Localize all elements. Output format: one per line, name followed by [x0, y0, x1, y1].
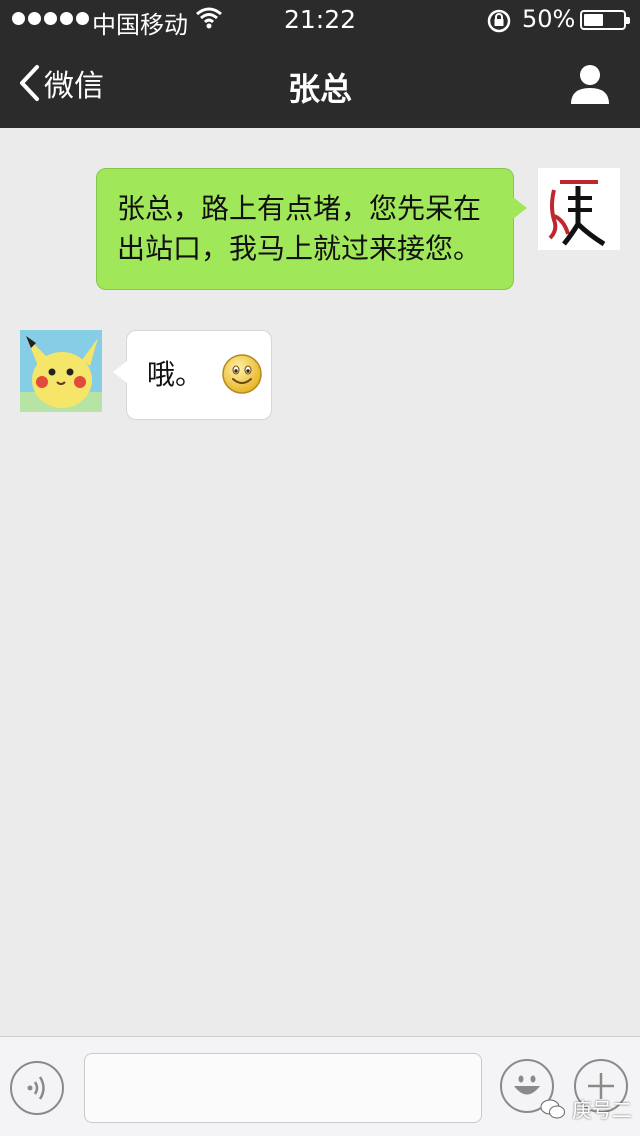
top-bar: 中国移动 21:22 50% 微信 张总: [0, 0, 640, 128]
watermark: 庚号二: [540, 1094, 632, 1123]
person-icon[interactable]: [568, 62, 612, 106]
page-title: 张总: [287, 70, 352, 108]
battery-icon: [580, 10, 630, 30]
smile-emoji-icon: [222, 354, 262, 394]
contact-avatar[interactable]: [20, 330, 102, 412]
battery-percentage: 50%: [522, 5, 576, 33]
rotation-lock-icon: [487, 9, 511, 33]
message-bubble-received[interactable]: 哦。: [113, 330, 272, 420]
status-bar: 中国移动 21:22 50%: [0, 0, 640, 40]
voice-icon: [27, 1076, 45, 1100]
message-bubble-sent[interactable]: 张总，路上有点堵，您先呆在 出站口，我马上就过来接您。: [96, 168, 527, 290]
wechat-logo-icon: [540, 1099, 565, 1118]
watermark-text: 庚号二: [572, 1098, 632, 1122]
pikachu-avatar: [20, 330, 102, 412]
my-avatar[interactable]: [538, 168, 620, 250]
message-text: 哦。: [147, 358, 204, 391]
message-text-line: 张总，路上有点堵，您先呆在: [117, 192, 482, 225]
message-text-line: 出站口，我马上就过来接您。: [117, 232, 482, 265]
nav-bar: 微信 张总: [0, 40, 640, 128]
geng-seal-avatar: [538, 168, 620, 250]
message-input[interactable]: [84, 1053, 482, 1123]
voice-button[interactable]: [10, 1061, 64, 1115]
